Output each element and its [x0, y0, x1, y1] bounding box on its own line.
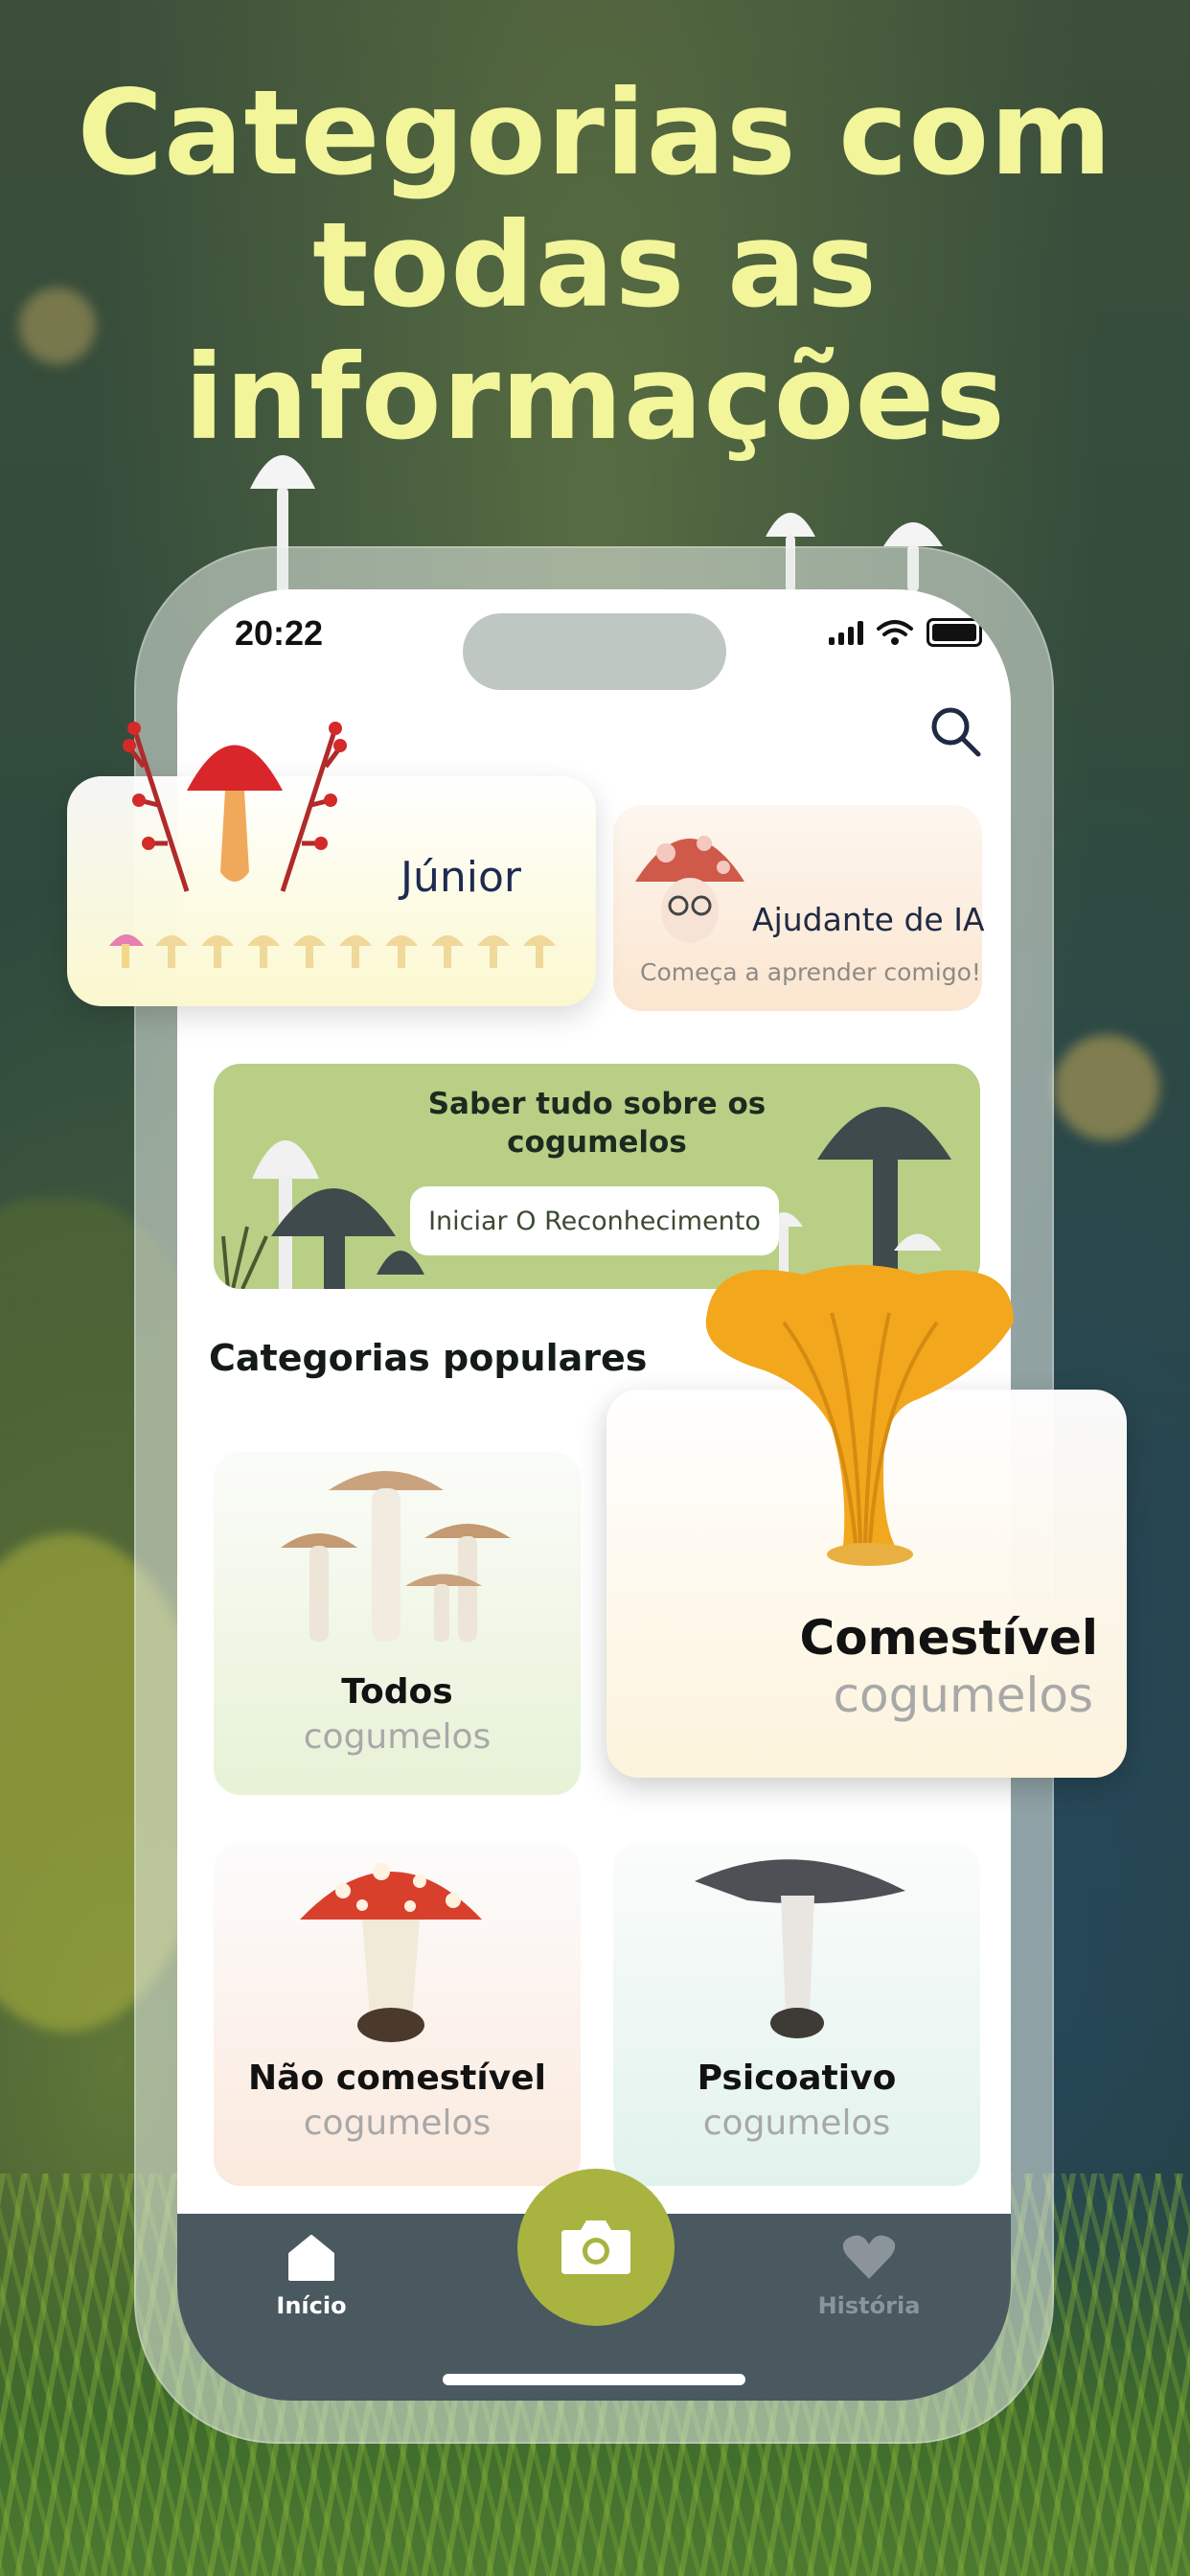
banner-title: Saber tudo sobre os cogumelos — [427, 1087, 767, 1160]
junior-level-label: Júnior — [400, 853, 521, 902]
mushroom-cluster-image — [281, 1471, 511, 1642]
category-title: Não comestível — [248, 2058, 546, 2098]
mushroom-mascot-icon — [635, 836, 744, 943]
status-time: 20:22 — [235, 613, 324, 653]
camera-button[interactable] — [517, 2169, 675, 2326]
headline: Categorias com todas as informações — [77, 65, 1113, 466]
chanterelle-image — [705, 1265, 1014, 1566]
category-card-all[interactable]: Todos cogumelos — [214, 1452, 581, 1795]
ai-helper-subtitle: Começa a aprender comigo! — [640, 958, 981, 986]
search-icon[interactable] — [928, 704, 982, 758]
dynamic-island — [463, 613, 726, 690]
signal-icon — [829, 620, 863, 645]
tab-history-label: História — [817, 2292, 921, 2319]
category-subtitle: cogumelos — [702, 2104, 891, 2143]
category-card-inedible[interactable]: Não comestível cogumelos — [214, 1843, 581, 2186]
home-icon — [288, 2235, 334, 2281]
home-indicator — [443, 2374, 745, 2385]
category-subtitle: cogumelos — [303, 1717, 492, 1757]
battery-icon — [927, 618, 982, 647]
tab-home-label: Início — [276, 2292, 347, 2319]
ai-helper-card[interactable]: Ajudante de IA Começa a aprender comigo! — [613, 805, 985, 1011]
junior-mushroom-icon — [123, 722, 347, 892]
dark-mushroom-image — [695, 1859, 905, 2038]
category-card-psychoactive[interactable]: Psicoativo cogumelos — [613, 1843, 980, 2186]
level-progress-mushrooms — [109, 934, 556, 968]
bokeh-light — [1054, 1035, 1159, 1140]
wifi-icon — [877, 620, 913, 645]
tab-history[interactable]: História — [792, 2233, 946, 2319]
junior-level-card[interactable]: Júnior — [67, 722, 596, 1006]
category-title: Psicoativo — [697, 2058, 897, 2098]
category-subtitle: cogumelos — [303, 2104, 492, 2143]
tab-home[interactable]: Início — [235, 2233, 388, 2319]
start-recognition-button[interactable]: Iniciar O Reconhecimento — [410, 1186, 779, 1255]
section-title: Categorias populares — [209, 1337, 648, 1379]
category-subtitle: cogumelos — [833, 1668, 1093, 1723]
app-store-screenshot: Categorias com todas as informações 20:2… — [0, 0, 1190, 2576]
fly-agaric-image — [300, 1863, 482, 2042]
camera-icon — [561, 2220, 630, 2274]
category-title: Todos — [341, 1672, 453, 1712]
ai-helper-title: Ajudante de IA — [752, 901, 985, 938]
status-icons — [829, 618, 982, 647]
heart-icon — [842, 2235, 896, 2279]
category-title: Comestível — [799, 1610, 1099, 1666]
